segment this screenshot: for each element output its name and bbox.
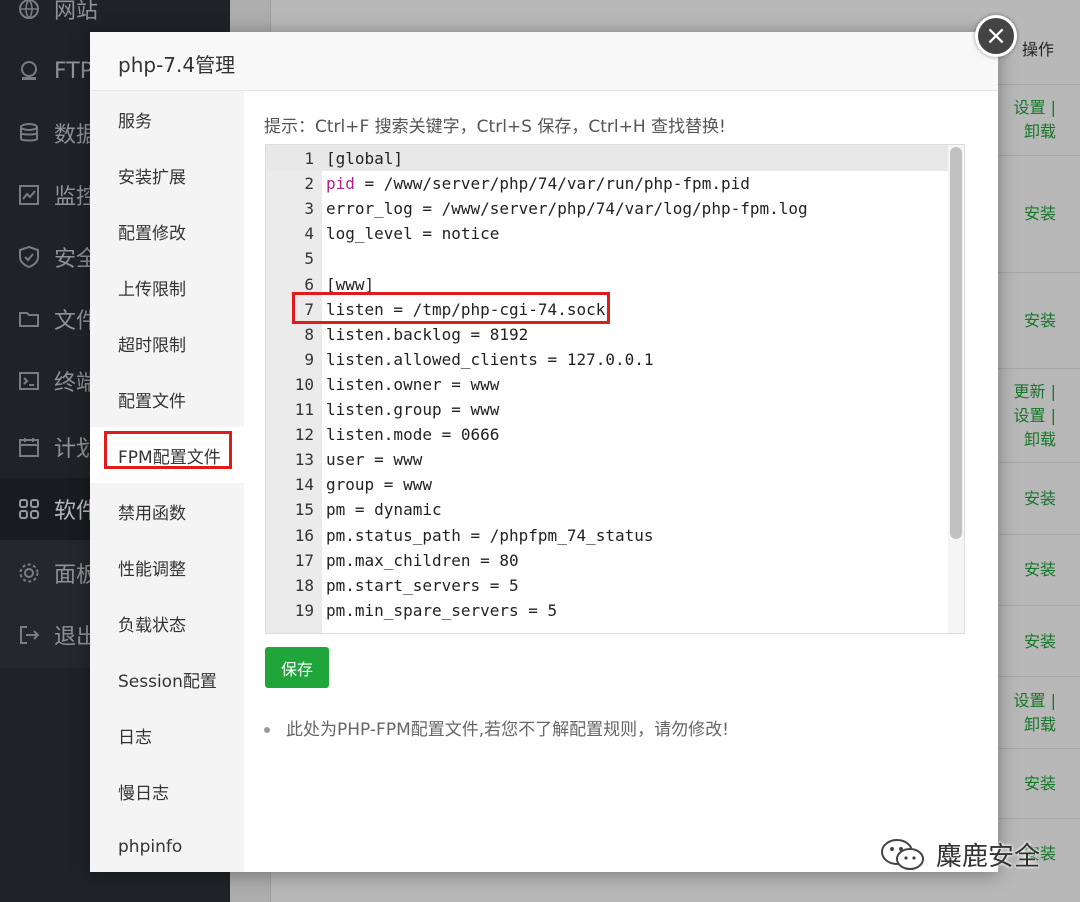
menu-item-slow-log[interactable]: 慢日志 [90, 763, 244, 819]
menu-item-load-status[interactable]: 负载状态 [90, 595, 244, 651]
line-number: 5 [304, 249, 314, 269]
menu-item-log[interactable]: 日志 [90, 707, 244, 763]
line-number: 9 [304, 349, 314, 369]
code-line[interactable]: 17 pm.max_children = 80 [266, 548, 946, 573]
code-line[interactable]: 2 pid = /www/server/php/74/var/run/php-fp… [266, 171, 946, 196]
line-number: 11 [294, 400, 314, 419]
code-line[interactable]: 8 listen.backlog = 8192 [266, 322, 946, 347]
code-text: pm.status_path = /phpfpm_74_status [326, 525, 654, 545]
code-line[interactable]: 19 pm.min_spare_servers = 5 [266, 598, 946, 623]
menu-item-performance[interactable]: 性能调整 [90, 539, 244, 595]
code-text: listen.allowed_clients = 127.0.0.1 [326, 349, 654, 369]
line-number: 17 [294, 550, 314, 570]
config-warning-text: 此处为PHP-FPM配置文件,若您不了解配置规则，请勿修改! [286, 720, 729, 740]
code-text: listen.group = www [326, 400, 500, 419]
code-line[interactable]: 10 listen.owner = www [266, 372, 946, 397]
code-text: listen.owner = www [326, 374, 500, 394]
line-number: 10 [294, 374, 314, 394]
menu-item-config-file[interactable]: 配置文件 [90, 371, 244, 427]
menu-item-timeout-limit[interactable]: 超时限制 [90, 315, 244, 371]
php-manage-dialog: php-7.4管理 服务 安装扩展 配置修改 上传限制 超时限制 配置文件 FP… [90, 32, 998, 872]
wechat-icon [881, 838, 924, 870]
code-text: listen.mode = 0666 [326, 425, 500, 445]
line-number: 8 [304, 324, 314, 344]
code-line[interactable]: 9 listen.allowed_clients = 127.0.0.1 [266, 347, 946, 372]
line-number: 16 [294, 525, 314, 545]
code-line[interactable]: 15 pm = dynamic [266, 497, 946, 522]
menu-item-session-config[interactable]: Session配置 [90, 651, 244, 707]
menu-highlight-box [104, 431, 232, 469]
code-text: group = www [326, 475, 432, 495]
menu-item-service[interactable]: 服务 [90, 91, 244, 147]
code-line[interactable]: 13 user = www [266, 447, 946, 472]
code-text: pm.max_children = 80 [326, 550, 519, 570]
code-line[interactable]: 14 group = www [266, 472, 946, 497]
code-text: pm.start_servers = 5 [326, 575, 519, 595]
dialog-title: php-7.4管理 [118, 53, 236, 77]
code-line[interactable]: 1 [global] [266, 146, 946, 171]
editor-scrollbar-thumb[interactable] [950, 147, 962, 539]
code-editor[interactable]: 1 [global] 2 pid = /www/server/php/74/var/r… [265, 144, 965, 634]
code-text: pm = dynamic [326, 500, 442, 520]
code-text: [global] [326, 149, 404, 168]
dialog-titlebar: php-7.4管理 [90, 32, 998, 91]
menu-item-install-extension[interactable]: 安装扩展 [90, 147, 244, 203]
line-number: 15 [294, 500, 314, 520]
line-number: 14 [294, 475, 314, 495]
line-number: 2 [304, 174, 314, 194]
line-number: 3 [304, 199, 314, 219]
code-text: pm.min_spare_servers = 5 [326, 600, 558, 620]
watermark: 麋鹿安全 [880, 836, 1040, 873]
code-line[interactable]: 4 log_level = notice [266, 221, 946, 246]
menu-item-phpinfo[interactable]: phpinfo [90, 819, 244, 875]
close-button[interactable]: × [975, 15, 1017, 57]
code-text: user = www [326, 450, 423, 470]
line-number: 13 [294, 450, 314, 470]
line-number: 1 [304, 149, 314, 168]
watermark-text: 麋鹿安全 [936, 842, 1041, 872]
code-line[interactable]: 5 [266, 246, 946, 271]
code-line[interactable]: 3 error_log = /www/server/php/74/var/log/… [266, 196, 946, 221]
line-number: 18 [294, 575, 314, 595]
code-text: pid = /www/server/php/74/var/run/php-fpm… [326, 174, 750, 194]
close-icon: × [985, 21, 1007, 51]
code-text: log_level = notice [326, 224, 500, 244]
code-line[interactable]: 16 pm.status_path = /phpfpm_74_status [266, 523, 946, 548]
dialog-menu: 服务 安装扩展 配置修改 上传限制 超时限制 配置文件 FPM配置文件 禁用函数… [90, 91, 244, 872]
line-number: 12 [294, 425, 314, 445]
save-button[interactable]: 保存 [265, 647, 329, 688]
code-line[interactable]: 11 listen.group = www [266, 397, 946, 422]
menu-item-disabled-functions[interactable]: 禁用函数 [90, 483, 244, 539]
code-line[interactable]: 18 pm.start_servers = 5 [266, 573, 946, 598]
line-number: 4 [304, 224, 314, 244]
line-number: 19 [294, 600, 314, 620]
code-text: listen.backlog = 8192 [326, 324, 529, 344]
code-line[interactable]: 12 listen.mode = 0666 [266, 422, 946, 447]
code-text: error_log = /www/server/php/74/var/log/p… [326, 199, 808, 219]
config-warning-note: 此处为PHP-FPM配置文件,若您不了解配置规则，请勿修改! [264, 715, 729, 740]
editor-hint: 提示：Ctrl+F 搜索关键字，Ctrl+S 保存，Ctrl+H 查找替换! [264, 117, 726, 137]
bullet-icon [264, 727, 270, 733]
menu-item-upload-limit[interactable]: 上传限制 [90, 259, 244, 315]
listen-line-highlight-box [292, 292, 610, 324]
menu-item-config-edit[interactable]: 配置修改 [90, 203, 244, 259]
